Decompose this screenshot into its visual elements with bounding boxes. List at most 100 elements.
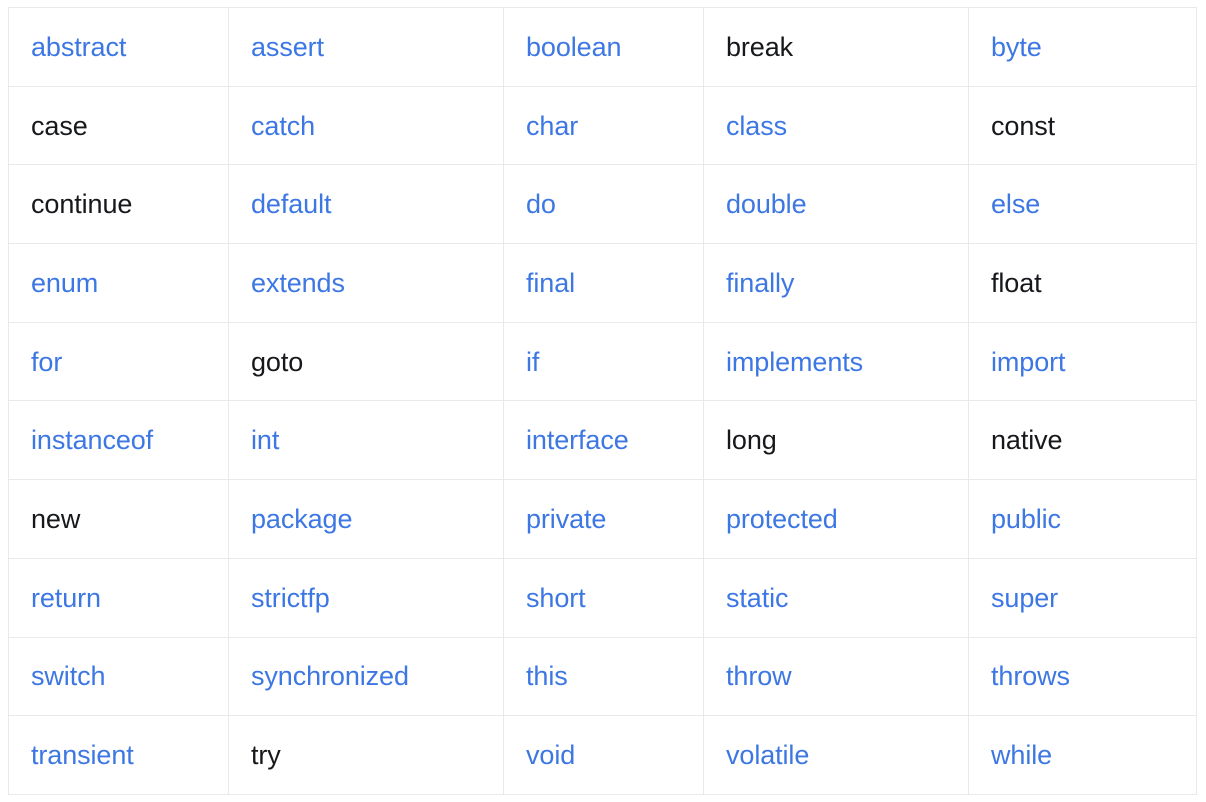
keyword-cell: float [968,243,1197,323]
keyword-link[interactable]: catch [251,110,315,142]
keyword-cell[interactable]: else [968,164,1197,245]
keyword-cell[interactable]: transient [8,715,229,795]
keyword-cell: try [228,715,504,795]
keyword-link[interactable]: switch [31,660,106,692]
keyword-cell[interactable]: default [228,164,504,245]
keyword-cell: long [703,400,969,481]
keyword-text: goto [251,346,304,377]
keyword-link[interactable]: byte [991,31,1042,63]
keyword-cell[interactable]: super [968,557,1197,638]
keyword-cell[interactable]: boolean [503,7,704,87]
keyword-link[interactable]: static [726,582,789,614]
keyword-link[interactable]: return [31,582,101,614]
keyword-cell[interactable]: volatile [703,715,969,795]
keyword-cell[interactable]: this [503,636,704,717]
keyword-cell[interactable]: catch [228,85,504,166]
keyword-cell[interactable]: enum [8,243,229,323]
keyword-cell[interactable]: throw [703,636,969,717]
keyword-cell[interactable]: short [503,557,704,638]
keyword-cell[interactable]: for [8,321,229,402]
keyword-link[interactable]: while [991,739,1052,771]
keyword-cell[interactable]: switch [8,636,229,717]
table-row: case catch char class const [8,85,1197,166]
keyword-link[interactable]: if [526,346,539,378]
keyword-cell[interactable]: instanceof [8,400,229,481]
keyword-text: new [31,503,81,534]
table-row: for goto if implements import [8,321,1197,402]
keyword-link[interactable]: import [991,346,1066,378]
keyword-link[interactable]: throw [726,660,792,692]
keyword-link[interactable]: for [31,346,62,378]
keyword-cell[interactable]: strictfp [228,557,504,638]
keyword-link[interactable]: assert [251,31,324,63]
keyword-link[interactable]: int [251,424,279,456]
keyword-text: continue [31,189,133,220]
keyword-text: break [726,31,794,62]
keyword-link[interactable]: strictfp [251,582,330,614]
keyword-cell[interactable]: extends [228,243,504,323]
keyword-link[interactable]: protected [726,503,838,535]
keyword-cell[interactable]: return [8,557,229,638]
keyword-link[interactable]: finally [726,267,794,299]
keyword-cell: continue [8,164,229,245]
table-row: abstract assert boolean break byte [8,7,1197,87]
keyword-link[interactable]: throws [991,660,1070,692]
keyword-cell: case [8,85,229,166]
keyword-link[interactable]: transient [31,739,134,771]
keyword-cell[interactable]: if [503,321,704,402]
keyword-link[interactable]: interface [526,424,629,456]
keyword-cell[interactable]: while [968,715,1197,795]
keyword-link[interactable]: void [526,739,575,771]
table-row: return strictfp short static super [8,557,1197,638]
keyword-cell[interactable]: final [503,243,704,323]
keyword-link[interactable]: package [251,503,352,535]
keyword-cell[interactable]: static [703,557,969,638]
keyword-link[interactable]: class [726,110,787,142]
keyword-cell[interactable]: private [503,479,704,559]
keyword-link[interactable]: synchronized [251,660,409,692]
keyword-link[interactable]: volatile [726,739,809,771]
keyword-cell[interactable]: throws [968,636,1197,717]
keyword-cell[interactable]: protected [703,479,969,559]
keyword-link[interactable]: private [526,503,606,535]
keyword-cell[interactable]: void [503,715,704,795]
keyword-cell[interactable]: byte [968,7,1197,87]
keyword-text: native [991,425,1063,456]
keyword-link[interactable]: else [991,188,1040,220]
table-row: switch synchronized this throw throws [8,636,1197,717]
keyword-link[interactable]: char [526,110,578,142]
keyword-text: try [251,740,281,771]
keyword-link[interactable]: default [251,188,331,220]
keyword-cell[interactable]: class [703,85,969,166]
keyword-cell: goto [228,321,504,402]
keyword-link[interactable]: do [526,188,556,220]
keyword-text: const [991,110,1056,141]
keyword-cell[interactable]: do [503,164,704,245]
keyword-link[interactable]: boolean [526,31,622,63]
keyword-link[interactable]: implements [726,346,863,378]
keyword-cell[interactable]: package [228,479,504,559]
keyword-link[interactable]: extends [251,267,345,299]
keyword-link[interactable]: abstract [31,31,126,63]
keyword-link[interactable]: final [526,267,575,299]
keyword-link[interactable]: super [991,582,1058,614]
keyword-cell[interactable]: implements [703,321,969,402]
keyword-link[interactable]: this [526,660,568,692]
keyword-cell[interactable]: double [703,164,969,245]
keyword-link[interactable]: instanceof [31,424,153,456]
keyword-cell[interactable]: synchronized [228,636,504,717]
keyword-link[interactable]: public [991,503,1061,535]
java-keywords-table: abstract assert boolean break byte case catch c… [8,7,1197,795]
keyword-cell[interactable]: public [968,479,1197,559]
keyword-cell[interactable]: import [968,321,1197,402]
keyword-cell[interactable]: assert [228,7,504,87]
keyword-text: case [31,110,88,141]
keyword-link[interactable]: double [726,188,807,220]
keyword-cell[interactable]: finally [703,243,969,323]
keyword-cell[interactable]: char [503,85,704,166]
keyword-cell[interactable]: abstract [8,7,229,87]
keyword-link[interactable]: enum [31,267,98,299]
keyword-cell[interactable]: interface [503,400,704,481]
keyword-cell[interactable]: int [228,400,504,481]
keyword-link[interactable]: short [526,582,586,614]
